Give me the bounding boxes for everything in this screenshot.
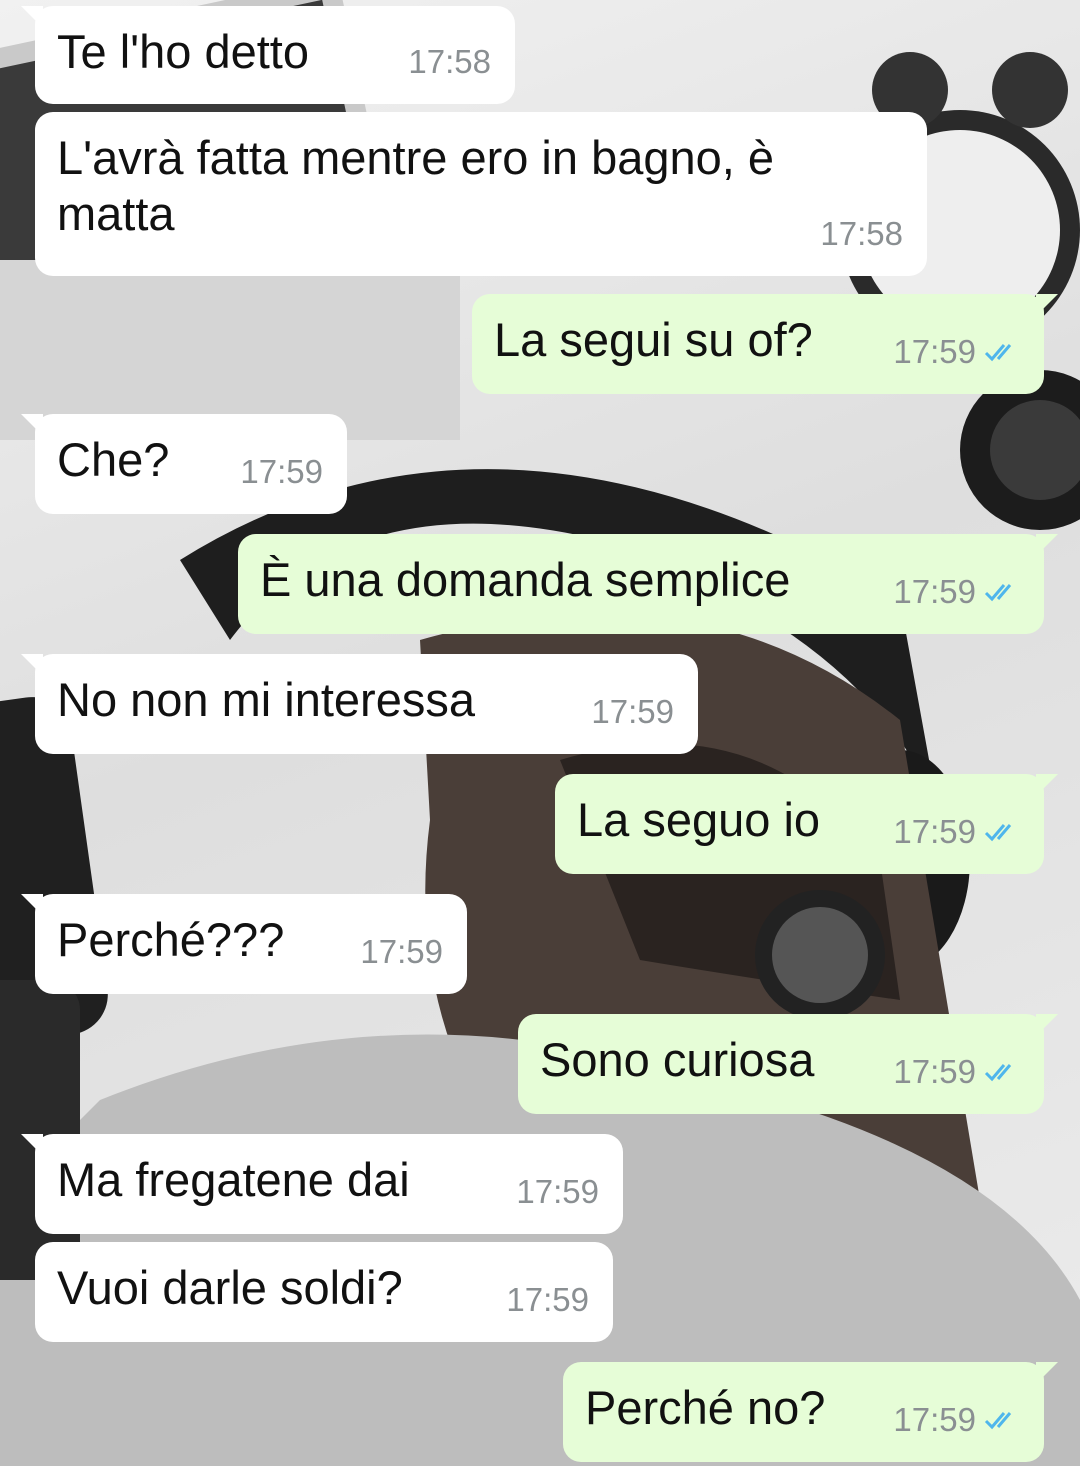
read-ticks-icon (984, 584, 1012, 602)
message-time: 17:58 (408, 43, 491, 80)
read-ticks-icon (984, 824, 1012, 842)
message-meta: 17:59 (893, 324, 1020, 380)
read-ticks-icon (984, 344, 1012, 362)
message-time: 17:59 (893, 573, 976, 610)
message-meta: 17:59 (516, 1164, 599, 1220)
message-meta: 17:59 (893, 804, 1020, 860)
message-time: 17:59 (240, 453, 323, 490)
message-bubble-incoming[interactable]: L'avrà fatta mentre ero in bagno, è matt… (35, 112, 927, 276)
message-time: 17:59 (893, 333, 976, 370)
message-bubble-outgoing[interactable]: Sono curiosa 17:59 (518, 1014, 1058, 1114)
message-text: No non mi interessa (57, 673, 475, 726)
message-meta: 17:59 (591, 684, 674, 740)
bubble-tail (1036, 294, 1058, 316)
message-bubble-incoming[interactable]: Che? 17:59 (21, 414, 347, 514)
message-time: 17:59 (360, 933, 443, 970)
message-time: 17:59 (893, 1401, 976, 1438)
bubble-tail (21, 894, 43, 916)
read-ticks-icon (984, 1064, 1012, 1082)
read-ticks-icon (984, 1412, 1012, 1430)
message-meta: 17:59 (893, 1392, 1020, 1448)
bubble-tail (1036, 1014, 1058, 1036)
message-time: 17:58 (820, 215, 903, 252)
message-bubble-incoming[interactable]: Perché??? 17:59 (21, 894, 467, 994)
message-meta: 17:59 (893, 564, 1020, 620)
bubble-tail (21, 414, 43, 436)
message-time: 17:59 (516, 1173, 599, 1210)
message-text: L'avrà fatta mentre ero in bagno, è matt… (57, 131, 775, 240)
message-time: 17:59 (506, 1281, 589, 1318)
bubble-tail (1036, 1362, 1058, 1384)
message-time: 17:59 (893, 813, 976, 850)
message-meta: 17:59 (240, 444, 323, 500)
message-meta: 17:59 (506, 1272, 589, 1328)
message-bubble-incoming[interactable]: No non mi interessa 17:59 (21, 654, 698, 754)
message-meta: 17:58 (820, 206, 903, 262)
message-bubble-incoming[interactable]: Vuoi darle soldi? 17:59 (35, 1242, 613, 1342)
message-bubble-outgoing[interactable]: La segui su of? 17:59 (472, 294, 1058, 394)
message-bubble-outgoing[interactable]: Perché no? 17:59 (563, 1362, 1058, 1462)
message-bubble-incoming[interactable]: Te l'ho detto 17:58 (21, 6, 515, 104)
bubble-tail (21, 654, 43, 676)
message-meta: 17:59 (893, 1044, 1020, 1100)
bubble-tail (21, 6, 43, 28)
message-bubble-incoming[interactable]: Ma fregatene dai 17:59 (21, 1134, 623, 1234)
message-meta: 17:58 (408, 34, 491, 90)
bubble-tail (1036, 534, 1058, 556)
message-time: 17:59 (893, 1053, 976, 1090)
message-bubble-outgoing[interactable]: È una domanda semplice 17:59 (238, 534, 1058, 634)
bubble-tail (1036, 774, 1058, 796)
message-time: 17:59 (591, 693, 674, 730)
message-bubble-outgoing[interactable]: La seguo io 17:59 (555, 774, 1058, 874)
message-meta: 17:59 (360, 924, 443, 980)
bubble-tail (21, 1134, 43, 1156)
